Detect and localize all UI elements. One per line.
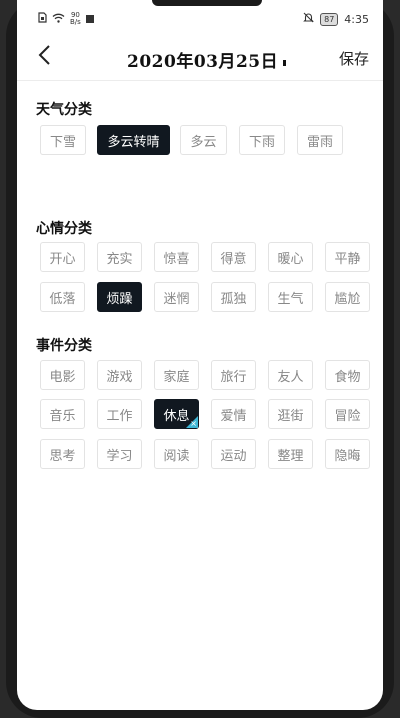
clock: 4:35 — [344, 12, 369, 26]
tag-event-7[interactable]: 工作 — [97, 399, 142, 429]
tag-event-6[interactable]: 音乐 — [40, 399, 85, 429]
tag-mood-6[interactable]: 低落 — [40, 282, 85, 312]
status-left: 90 B/s — [38, 12, 94, 26]
chevron-left-icon — [37, 44, 51, 70]
tag-event-11[interactable]: 冒险 — [325, 399, 370, 429]
sim-icon — [38, 12, 47, 26]
back-button[interactable] — [29, 42, 59, 72]
save-button[interactable]: 保存 — [339, 48, 369, 69]
app-screen: 90 B/s 87 4:35 2020年03月25日 保存 天气分类 晴天多云转… — [17, 0, 383, 710]
tag-event-8[interactable]: 休息 × — [154, 399, 199, 429]
tag-mood-1[interactable]: 充实 — [97, 242, 142, 272]
tag-weather-4[interactable]: 雷雨 — [297, 125, 343, 155]
tag-event-5[interactable]: 食物 — [325, 360, 370, 390]
tag-event-14[interactable]: 阅读 — [154, 439, 199, 469]
tag-weather-5[interactable]: 下雪 — [40, 125, 86, 155]
tag-mood-3[interactable]: 得意 — [211, 242, 256, 272]
tag-event-13[interactable]: 学习 — [97, 439, 142, 469]
notification-square-icon — [85, 15, 94, 23]
tag-event-4[interactable]: 友人 — [268, 360, 313, 390]
tag-event-1[interactable]: 游戏 — [97, 360, 142, 390]
status-bar: 90 B/s 87 4:35 — [17, 0, 383, 38]
header-bar: 2020年03月25日 保存 — [17, 38, 383, 81]
status-right: 87 4:35 — [303, 12, 369, 26]
battery-indicator: 87 — [320, 12, 339, 26]
tag-weather-3[interactable]: 下雨 — [239, 125, 285, 155]
tag-event-9[interactable]: 爱情 — [211, 399, 256, 429]
tag-mood-0[interactable]: 开心 — [40, 242, 85, 272]
tag-mood-11[interactable]: 尴尬 — [325, 282, 370, 312]
tag-event-3[interactable]: 旅行 — [211, 360, 256, 390]
tag-weather-1[interactable]: 多云转晴 — [97, 125, 170, 155]
net-speed: 90 B/s — [70, 12, 81, 26]
tag-mood-2[interactable]: 惊喜 — [154, 242, 199, 272]
mood-section-title: 心情分类 — [36, 221, 92, 237]
event-section-title: 事件分类 — [36, 338, 92, 354]
tag-mood-9[interactable]: 孤独 — [211, 282, 256, 312]
title-cursor — [283, 60, 286, 66]
wifi-icon — [52, 13, 65, 26]
tag-event-12[interactable]: 思考 — [40, 439, 85, 469]
bell-off-icon — [303, 12, 314, 26]
net-speed-unit: B/s — [70, 18, 81, 26]
tag-mood-4[interactable]: 暖心 — [268, 242, 313, 272]
tag-mood-5[interactable]: 平静 — [325, 242, 370, 272]
tag-event-2[interactable]: 家庭 — [154, 360, 199, 390]
tag-event-15[interactable]: 运动 — [211, 439, 256, 469]
tag-mood-7[interactable]: 烦躁 — [97, 282, 142, 312]
tag-event-16[interactable]: 整理 — [268, 439, 313, 469]
page-title[interactable]: 2020年03月25日 — [127, 47, 278, 72]
tag-mood-8[interactable]: 迷惘 — [154, 282, 199, 312]
tag-mood-10[interactable]: 生气 — [268, 282, 313, 312]
remove-tag-icon[interactable]: × — [190, 419, 197, 429]
weather-section-title: 天气分类 — [36, 102, 92, 118]
tag-event-0[interactable]: 电影 — [40, 360, 85, 390]
tag-event-17[interactable]: 隐晦 — [325, 439, 370, 469]
tag-event-10[interactable]: 逛街 — [268, 399, 313, 429]
tag-weather-2[interactable]: 多云 — [180, 125, 227, 155]
